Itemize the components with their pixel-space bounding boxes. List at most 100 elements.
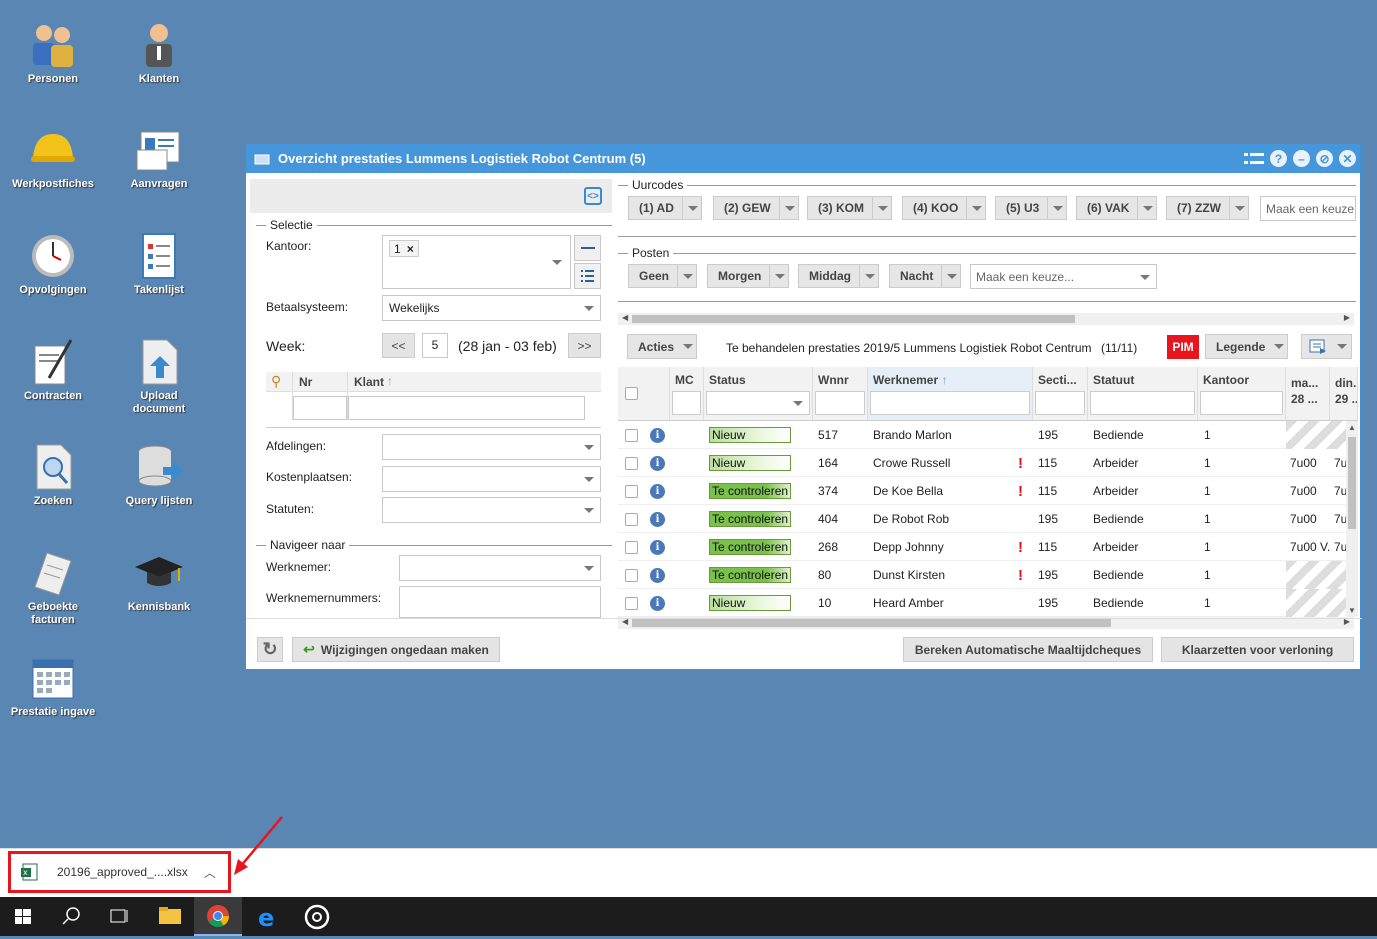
warning-icon[interactable]: ! — [1018, 477, 1023, 505]
desktop-icon-aanvragen[interactable]: Aanvragen — [114, 123, 204, 191]
uurcodes-search-input[interactable]: Maak een keuze... — [1260, 196, 1356, 221]
uurcode-filter-6[interactable]: (6) VAK — [1076, 196, 1158, 220]
deselect-all-button[interactable] — [574, 235, 601, 261]
col-statuut[interactable]: Statuut — [1088, 367, 1198, 421]
ma-cell[interactable]: 7u00 — [1290, 449, 1317, 477]
row-checkbox[interactable] — [625, 484, 638, 498]
window-titlebar[interactable]: Overzicht prestaties Lummens Logistiek R… — [246, 144, 1360, 173]
desktop-icon-query-lijsten[interactable]: Query lijsten — [114, 440, 204, 508]
col-mc[interactable]: MC — [670, 367, 704, 421]
chevron-down-icon[interactable] — [860, 265, 878, 287]
ma-cell[interactable]: 7u00 — [1290, 477, 1317, 505]
expand-panel-icon[interactable]: <> — [584, 187, 602, 205]
select-list-button[interactable] — [574, 263, 601, 289]
uurcode-filter-2[interactable]: (2) GEW — [713, 196, 799, 220]
chrome-icon[interactable] — [194, 897, 242, 936]
chevron-down-icon[interactable] — [1138, 197, 1156, 219]
desktop-icon-upload-document[interactable]: Upload document — [114, 335, 204, 416]
di-cell[interactable]: 7u — [1334, 449, 1346, 477]
desktop-icon-personen[interactable]: Personen — [8, 18, 98, 86]
werknemer-select[interactable] — [399, 555, 601, 581]
werknemer-cell[interactable]: De Koe Bella — [873, 477, 943, 505]
vertical-scrollbar[interactable]: ▲ ▼ — [1346, 421, 1358, 617]
row-checkbox[interactable] — [625, 428, 638, 442]
scroll-left-icon[interactable]: ◀ — [622, 313, 628, 322]
chevron-down-icon[interactable] — [678, 265, 696, 287]
werknemer-cell[interactable]: Brando Marlon — [873, 421, 952, 449]
warning-icon[interactable]: ! — [1018, 533, 1023, 561]
legende-button[interactable]: Legende — [1205, 334, 1289, 359]
remove-tag-icon[interactable]: × — [407, 242, 414, 256]
week-next-button[interactable]: >> — [568, 333, 601, 358]
chevron-down-icon[interactable] — [942, 265, 960, 287]
info-icon[interactable]: i — [650, 427, 665, 443]
collapse-icon[interactable] — [1244, 151, 1264, 167]
pim-badge[interactable]: PIM — [1167, 335, 1199, 359]
table-row[interactable]: i Te controleren 404 De Robot Rob 195 Bediend… — [618, 505, 1346, 533]
table-row[interactable]: i Te controleren 268 Depp Johnny! 115 Arbeide… — [618, 533, 1346, 561]
minimize-icon[interactable]: – — [1293, 150, 1310, 167]
file-explorer-icon[interactable] — [146, 897, 192, 936]
chevron-down-icon[interactable] — [1230, 197, 1248, 219]
chevron-down-icon[interactable] — [873, 197, 891, 219]
desktop-icon-opvolgingen[interactable]: Opvolgingen — [8, 229, 98, 297]
row-checkbox[interactable] — [625, 568, 638, 582]
werknemer-cell[interactable]: Dunst Kirsten — [873, 561, 945, 589]
post-filter-geen[interactable]: Geen — [628, 264, 698, 288]
uurcode-filter-5[interactable]: (5) U3 — [995, 196, 1068, 220]
werknemer-cell[interactable]: Heard Amber — [873, 589, 944, 617]
windows-start-icon[interactable] — [0, 897, 46, 936]
desktop-icon-prestatie-ingave[interactable]: Prestatie ingave — [8, 651, 98, 719]
acties-button[interactable]: Acties — [627, 334, 698, 359]
chevron-down-icon[interactable] — [780, 197, 798, 219]
statuten-select[interactable] — [382, 497, 601, 523]
desktop-icon-zoeken[interactable]: Zoeken — [8, 440, 98, 508]
col-sectie[interactable]: Secti... — [1033, 367, 1088, 421]
uurcode-filter-3[interactable]: (3) KOM — [807, 196, 892, 220]
chevron-down-icon[interactable] — [770, 265, 788, 287]
download-item[interactable]: x 20196_approved_....xlsx ︿ — [8, 851, 231, 893]
scroll-right-icon[interactable]: ▶ — [1344, 313, 1350, 322]
kantoor-tag[interactable]: 1 × — [389, 240, 419, 257]
ma-cell[interactable]: 7u00 — [1290, 505, 1317, 533]
werknemer-cell[interactable]: Crowe Russell — [873, 449, 950, 477]
week-input[interactable]: 5 — [422, 333, 448, 358]
nr-filter-input[interactable] — [293, 396, 347, 420]
mc-filter[interactable] — [672, 391, 701, 415]
col-werknemer[interactable]: Werknemer ↑ — [868, 367, 1033, 421]
werknemernummers-input[interactable] — [399, 586, 601, 618]
scroll-down-icon[interactable]: ▼ — [1348, 606, 1356, 615]
desktop-icon-geboekte-facturen[interactable]: Geboekte facturen — [8, 546, 98, 627]
werknemer-cell[interactable]: De Robot Rob — [873, 505, 949, 533]
desktop-icon-werkpostfiches[interactable]: Werkpostfiches — [8, 123, 98, 191]
scroll-up-icon[interactable]: ▲ — [1348, 423, 1356, 432]
desktop-icon-klanten[interactable]: Klanten — [114, 18, 204, 86]
search-icon[interactable]: ⚲ — [271, 373, 281, 390]
row-checkbox[interactable] — [625, 540, 638, 554]
close-icon[interactable]: ✕ — [1339, 150, 1356, 167]
table-row[interactable]: i Nieuw 517 Brando Marlon 195 Bediende 1 — [618, 421, 1346, 449]
app-circle-icon[interactable] — [294, 897, 340, 936]
table-row[interactable]: i Nieuw 164 Crowe Russell! 115 Arbeider 1 7u00 7… — [618, 449, 1346, 477]
status-filter[interactable] — [706, 391, 810, 415]
info-icon[interactable]: i — [650, 455, 665, 471]
kantoor-filter[interactable] — [1200, 391, 1283, 415]
col-wnnr[interactable]: Wnnr — [813, 367, 868, 421]
desktop-icon-takenlijst[interactable]: Takenlijst — [114, 229, 204, 297]
werknemer-cell[interactable]: Depp Johnny — [873, 533, 944, 561]
klant-filter-input[interactable] — [348, 396, 585, 420]
search-icon[interactable] — [48, 897, 94, 936]
chevron-down-icon[interactable] — [683, 197, 701, 219]
col-status[interactable]: Status — [704, 367, 813, 421]
ma-cell[interactable]: 7u00 V. — [1290, 533, 1330, 561]
col-kantoor[interactable]: Kantoor — [1198, 367, 1286, 421]
task-view-icon[interactable] — [96, 897, 142, 936]
select-all-checkbox[interactable] — [625, 387, 638, 400]
di-cell[interactable]: 7u — [1334, 477, 1346, 505]
di-cell[interactable]: 7u — [1334, 505, 1346, 533]
top-horizontal-scrollbar[interactable]: ◀ ▶ — [618, 313, 1354, 325]
sectie-filter[interactable] — [1035, 391, 1085, 415]
edge-icon[interactable]: e — [245, 897, 291, 936]
col-klant[interactable]: Klant — [354, 375, 384, 389]
restore-icon[interactable]: ⊘ — [1316, 150, 1333, 167]
